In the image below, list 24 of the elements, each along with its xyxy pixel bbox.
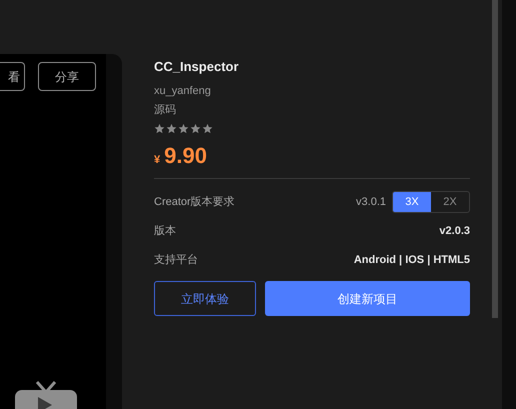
try-button[interactable]: 立即体验 bbox=[154, 281, 256, 316]
scrollbar-thumb[interactable] bbox=[492, 0, 498, 318]
version-tab[interactable]: 3X bbox=[393, 192, 431, 212]
product-title: CC_Inspector bbox=[154, 58, 240, 76]
spec-label: Creator版本要求 bbox=[154, 194, 235, 210]
create-project-button[interactable]: 创建新项目 bbox=[265, 281, 470, 316]
star-icon bbox=[154, 123, 165, 134]
spec-value: v2.0.3 bbox=[439, 224, 470, 239]
watch-button[interactable]: 看 bbox=[0, 62, 25, 91]
star-icon bbox=[166, 123, 177, 134]
star-icon bbox=[178, 123, 189, 134]
share-button[interactable]: 分享 bbox=[38, 62, 96, 91]
spec-value: v3.0.1 bbox=[356, 194, 386, 210]
spec-value: Android | IOS | HTML5 bbox=[354, 252, 470, 268]
version-tab[interactable]: 2X bbox=[431, 192, 469, 212]
currency-sign: ¥ bbox=[154, 153, 160, 168]
tv-icon bbox=[15, 380, 77, 409]
product-type: 源码 bbox=[154, 103, 177, 117]
author-name: xu_yanfeng bbox=[154, 84, 212, 98]
price: 9.90 bbox=[164, 142, 207, 170]
spec-label: 支持平台 bbox=[154, 252, 198, 268]
star-icon bbox=[202, 123, 213, 134]
spec-label: 版本 bbox=[154, 224, 176, 239]
star-icon bbox=[190, 123, 201, 134]
